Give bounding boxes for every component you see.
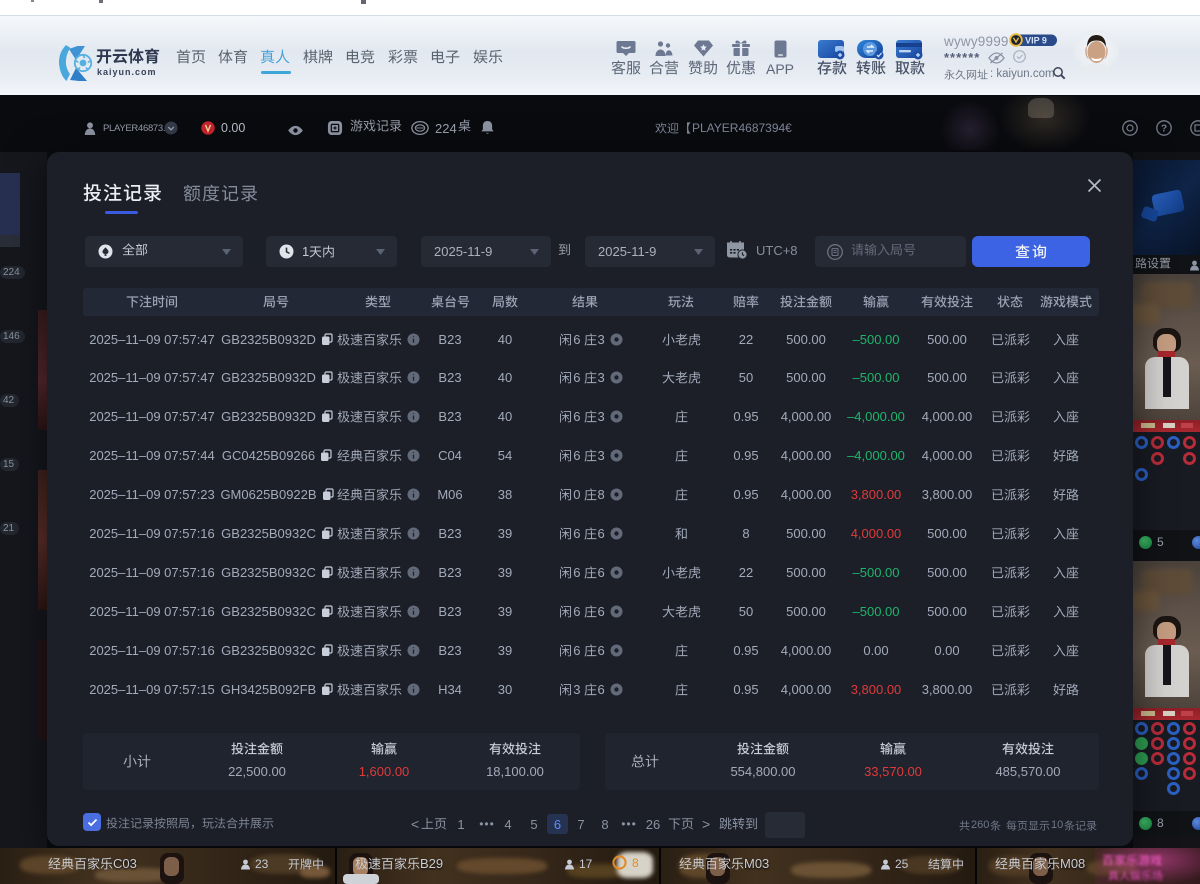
svg-text:VIP 9: VIP 9 xyxy=(1025,36,1047,46)
svg-text:?: ? xyxy=(1161,124,1167,135)
